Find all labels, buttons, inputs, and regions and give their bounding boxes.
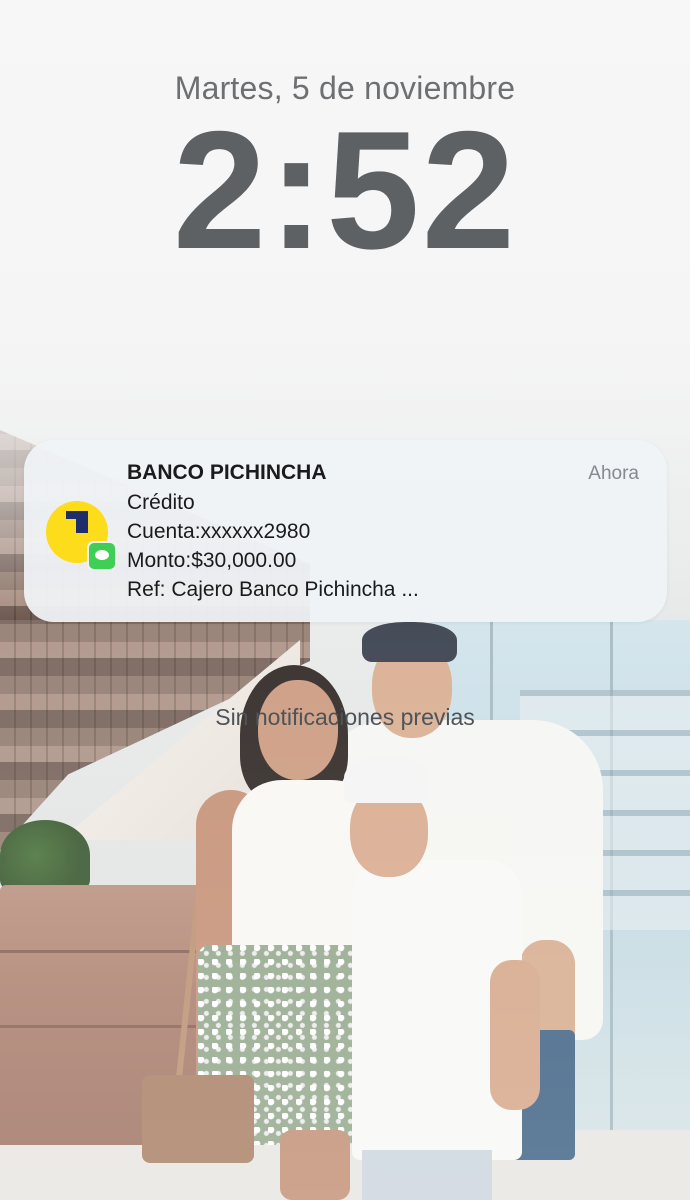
lock-screen: Martes, 5 de noviembre 2:52 BANCO PICHIN…: [0, 0, 690, 1200]
lock-time: 2:52: [172, 96, 518, 284]
notification-line-account: Cuenta:xxxxxx2980: [127, 520, 311, 543]
notification-line-reference: Ref: Cajero Banco Pichincha ...: [127, 578, 419, 601]
notification-banner[interactable]: BANCO PICHINCHA Ahora Crédito Cuenta:xxx…: [24, 440, 667, 622]
no-previous-notifications-label: Sin notificaciones previas: [215, 704, 475, 730]
notification-app-name: BANCO PICHINCHA: [127, 461, 327, 484]
notification-line-type: Crédito: [127, 491, 195, 514]
notification-line-amount: Monto:$30,000.00: [127, 549, 297, 572]
messages-icon: [87, 541, 117, 571]
notification-timestamp: Ahora: [588, 463, 639, 484]
